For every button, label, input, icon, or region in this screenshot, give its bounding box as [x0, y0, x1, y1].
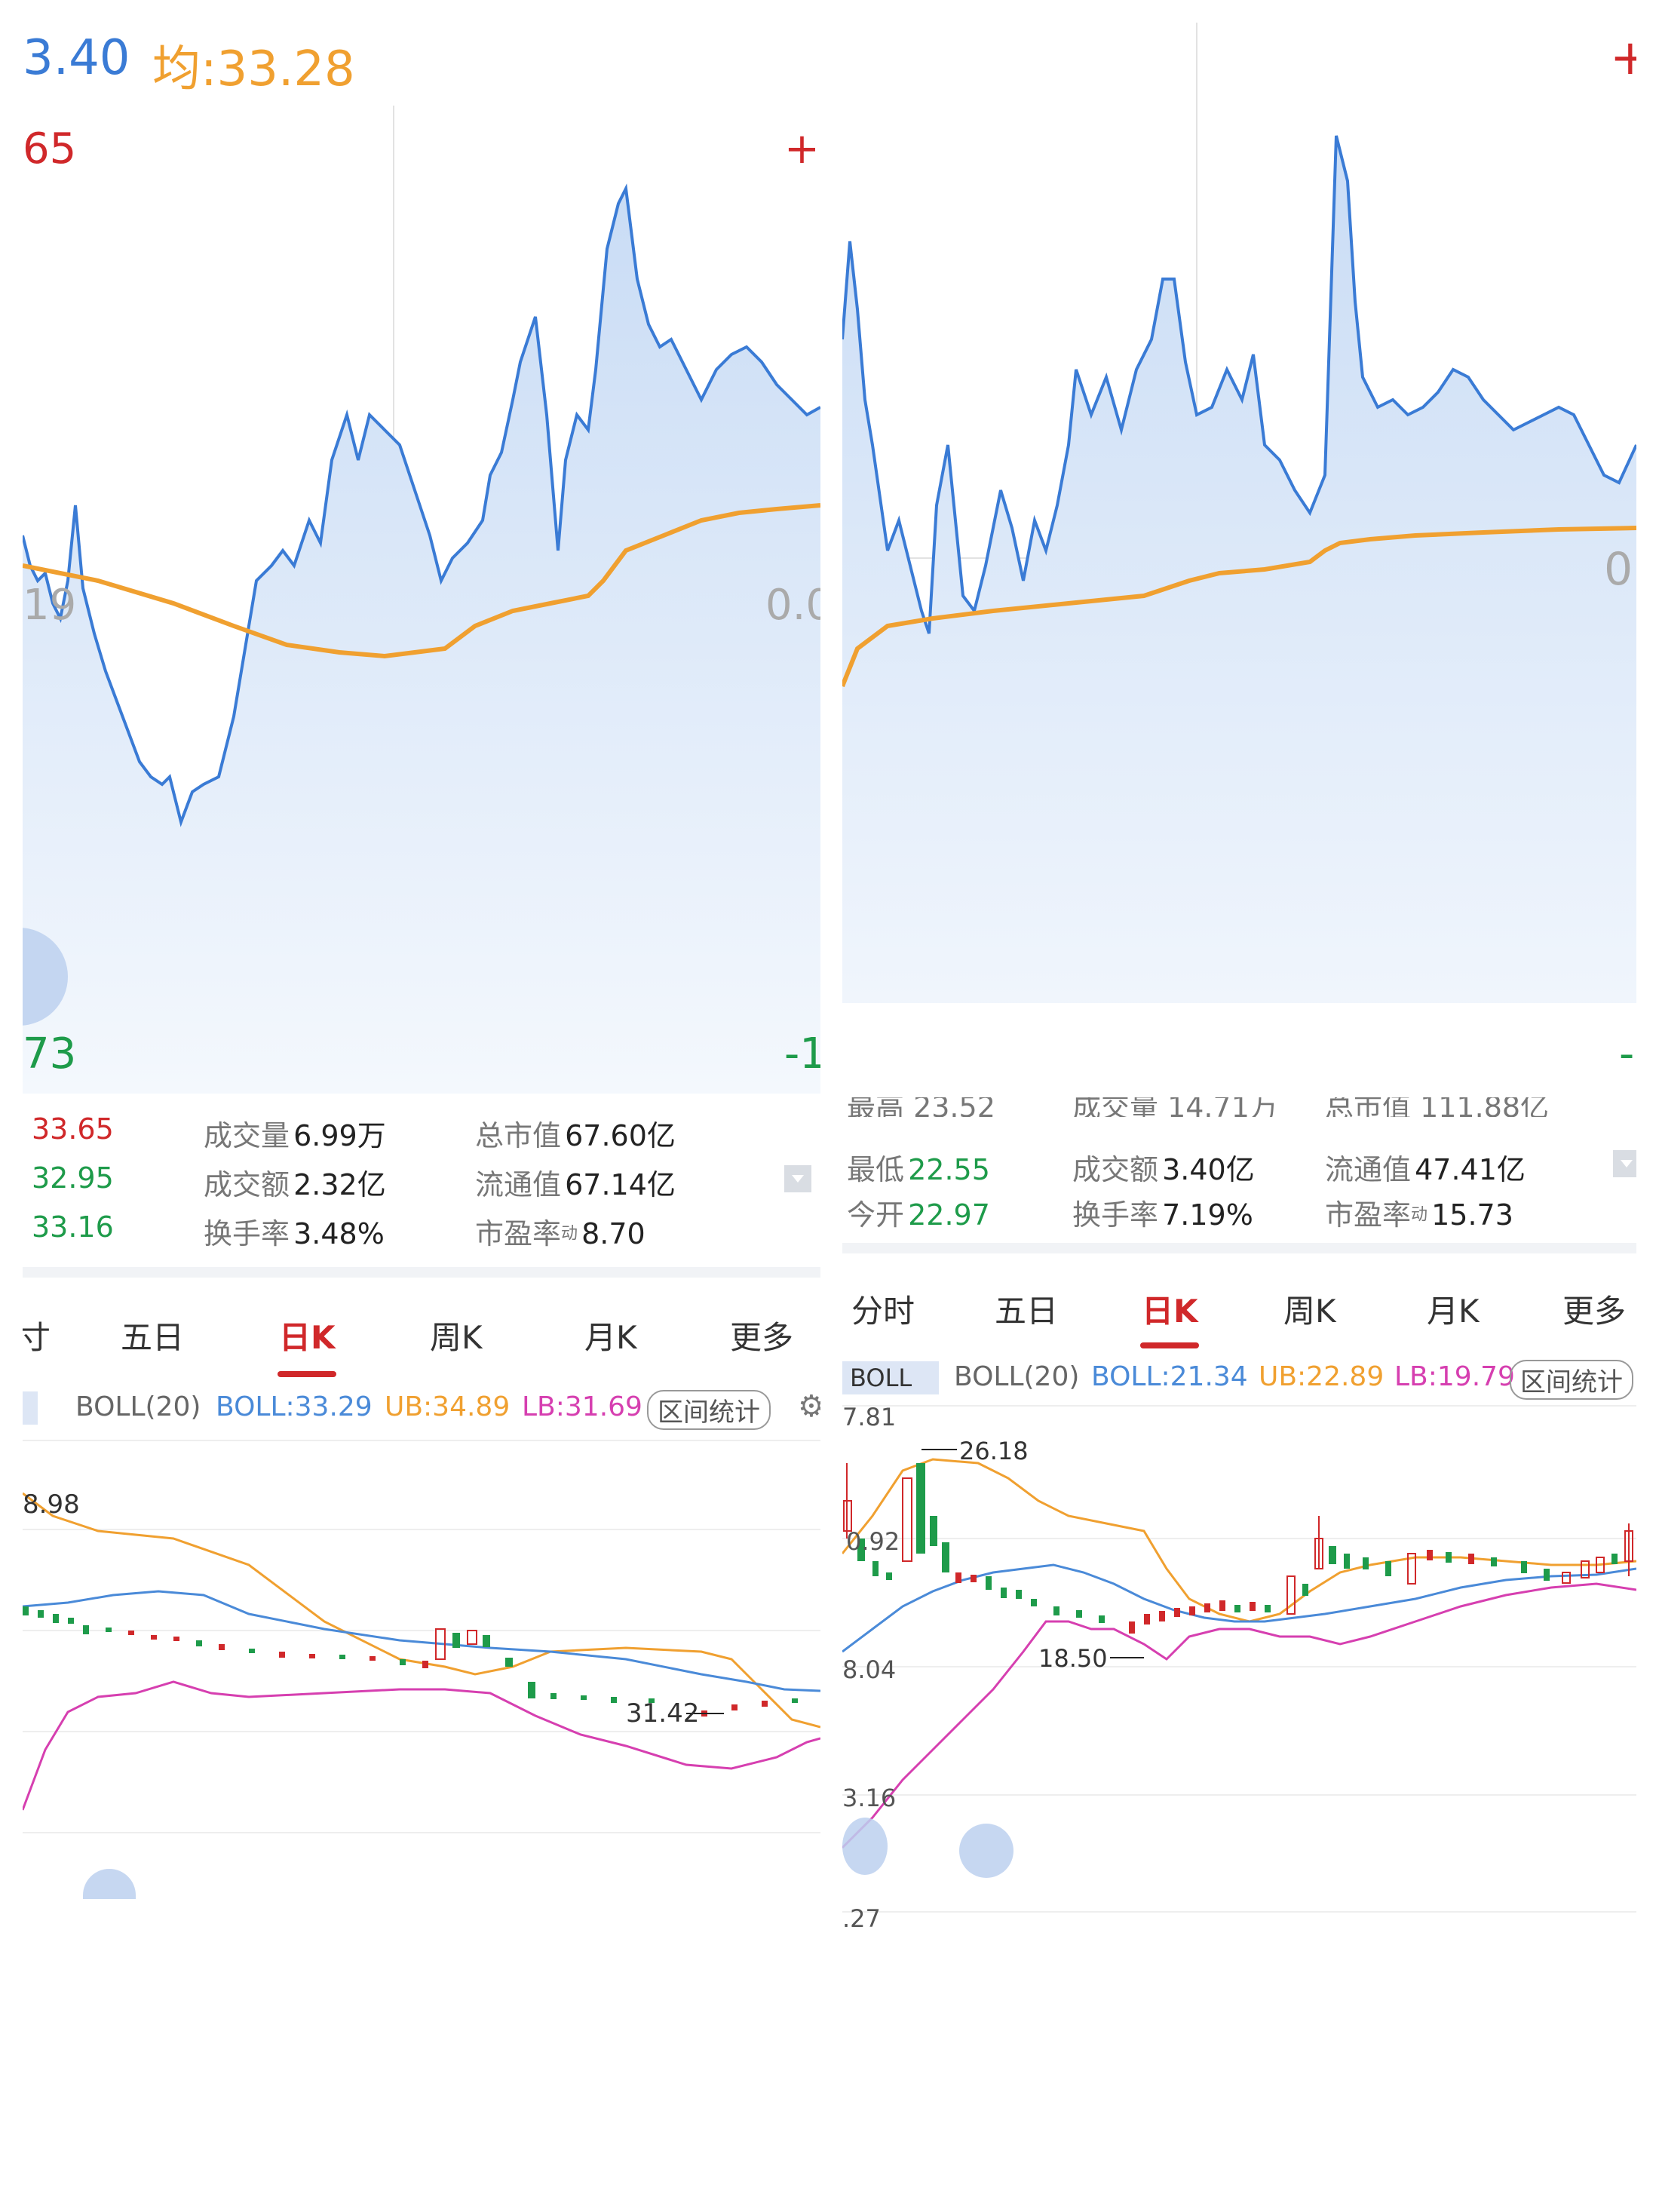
- quote-low: 32.95: [32, 1161, 114, 1195]
- chart-high-pct: +1: [784, 124, 820, 173]
- intraday-chart[interactable]: [23, 98, 820, 1094]
- boll-tag[interactable]: BOLL: [842, 1361, 939, 1394]
- quote-market-cap: 总市值 67.60亿: [475, 1119, 676, 1152]
- active-tab-indicator: [278, 1371, 336, 1377]
- tab-five-day[interactable]: 五日: [121, 1312, 184, 1358]
- boll-mid-value: BOLL:21.34: [1091, 1361, 1248, 1392]
- quote-float-cap: 流通值 47.41亿: [1325, 1153, 1526, 1186]
- expand-quote-button[interactable]: [1613, 1150, 1636, 1177]
- kline-high-annotation: 26.18: [959, 1437, 1029, 1465]
- boll-mid-value: BOLL:33.29: [216, 1391, 373, 1422]
- tab-daily-k[interactable]: 日K: [279, 1312, 336, 1358]
- interval-stats-button[interactable]: 区间统计: [1510, 1360, 1633, 1400]
- quote-float-cap: 流通值 67.14亿: [475, 1168, 676, 1201]
- tab-weekly-k[interactable]: 周K: [430, 1312, 483, 1358]
- boll-lower-band: [23, 1680, 820, 1811]
- boll-mid-band: [23, 1590, 820, 1692]
- boll-tag[interactable]: [23, 1391, 38, 1425]
- tab-more[interactable]: 更多: [730, 1312, 793, 1358]
- kline-low-annotation: 31.42: [626, 1698, 700, 1729]
- price-area: [23, 189, 820, 1094]
- current-price: 3.40: [23, 30, 130, 86]
- quote-low: 最低 22.55: [847, 1153, 990, 1186]
- boll-lower-band: [842, 1582, 1636, 1849]
- tab-more[interactable]: 更多: [1562, 1286, 1626, 1332]
- chart-mid-right: 0.0: [765, 581, 820, 630]
- quote-volume-cut: 成交量 14.71万: [1072, 1097, 1278, 1117]
- collapse-panel-button[interactable]: [842, 1818, 888, 1875]
- chart-high-label: 65: [23, 124, 77, 173]
- section-divider: [23, 1267, 820, 1278]
- intraday-chart[interactable]: [842, 23, 1636, 1003]
- fullscreen-button[interactable]: [959, 1824, 1013, 1878]
- kline-axis-label-1: 7.81: [842, 1403, 897, 1431]
- kline-axis-label-3: 8.04: [842, 1655, 897, 1684]
- kline-axis-label-4: 3.16: [842, 1784, 897, 1812]
- quote-pe: 市盈率动 8.70: [475, 1217, 646, 1250]
- quote-high: 33.65: [32, 1112, 114, 1146]
- boll-ub-value: UB:22.89: [1259, 1361, 1385, 1392]
- expand-quote-button[interactable]: [784, 1165, 811, 1192]
- kline-low-annotation: 18.50: [1038, 1644, 1108, 1673]
- quote-amount: 成交额 3.40亿: [1072, 1153, 1255, 1186]
- tab-intraday[interactable]: 寸: [23, 1312, 51, 1358]
- boll-name: BOLL(20): [75, 1391, 201, 1422]
- kline-axis-label: 8.98: [23, 1489, 80, 1520]
- boll-lb-value: LB:19.79: [1394, 1361, 1515, 1392]
- chart-low-label: 73: [23, 1029, 77, 1078]
- quote-volume: 成交量 6.99万: [204, 1119, 386, 1152]
- section-divider: [842, 1243, 1636, 1253]
- quote-open: 今开 22.97: [847, 1198, 990, 1232]
- settings-icon[interactable]: ⚙: [798, 1389, 820, 1424]
- chart-mid-left: 19: [23, 581, 77, 630]
- tab-monthly-k[interactable]: 月K: [1427, 1286, 1480, 1332]
- left-stock-panel: 3.40 均:33.28 65 +1 19 0.0 73 -1 33.65 32…: [23, 0, 820, 2212]
- tab-intraday[interactable]: 分时: [851, 1286, 915, 1332]
- chart-mid-right: 0: [1604, 543, 1633, 596]
- boll-upper-band: [842, 1458, 1636, 1623]
- tab-weekly-k[interactable]: 周K: [1283, 1286, 1336, 1332]
- quote-amount: 成交额 2.32亿: [204, 1168, 386, 1201]
- kline-chart[interactable]: [23, 1433, 820, 1885]
- quote-pe: 市盈率动 15.73: [1325, 1198, 1513, 1232]
- chart-low-pct: -: [1619, 1029, 1635, 1078]
- quote-high-cut: 最高 23.52: [847, 1097, 995, 1117]
- quote-market-cap-cut: 总市值 111.88亿: [1325, 1097, 1550, 1117]
- boll-ub-value: UB:34.89: [385, 1391, 511, 1422]
- active-tab-indicator: [1140, 1342, 1199, 1348]
- boll-lb-value: LB:31.69: [522, 1391, 642, 1422]
- candlesticks: [843, 1463, 1633, 1634]
- quote-open: 33.16: [32, 1210, 114, 1244]
- kline-axis-label-5: .27: [842, 1904, 881, 1933]
- interval-stats-button[interactable]: 区间统计: [647, 1390, 771, 1430]
- kline-axis-label-2: 0.92: [846, 1527, 900, 1556]
- chart-low-pct: -1: [784, 1029, 820, 1078]
- tab-monthly-k[interactable]: 月K: [584, 1312, 637, 1358]
- tab-daily-k[interactable]: 日K: [1142, 1286, 1198, 1332]
- quote-turnover: 换手率 3.48%: [204, 1217, 385, 1250]
- right-stock-panel: + 0 - 最高 23.52 最低 22.55 今开 22.97 成交量 14.…: [842, 0, 1636, 2212]
- quote-turnover: 换手率 7.19%: [1072, 1198, 1253, 1232]
- boll-name: BOLL(20): [954, 1361, 1080, 1392]
- tab-five-day[interactable]: 五日: [995, 1286, 1058, 1332]
- average-price: 均:33.28: [152, 41, 355, 97]
